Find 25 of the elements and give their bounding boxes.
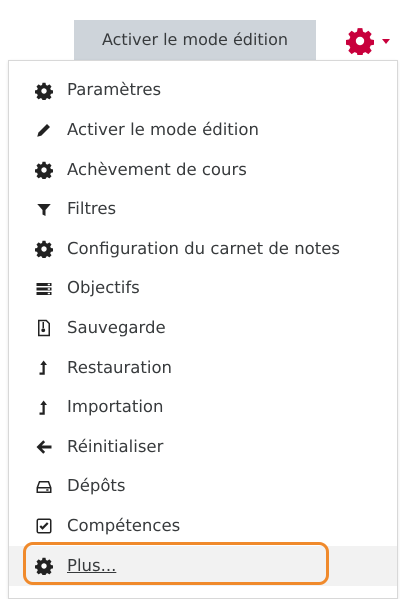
- menu-item[interactable]: Dépôts: [9, 466, 397, 507]
- menu-item[interactable]: Sauvegarde: [9, 308, 397, 348]
- menu-item[interactable]: Achèvement de cours: [9, 150, 397, 190]
- gear-icon: [35, 82, 53, 100]
- menu-item[interactable]: Objectifs: [9, 268, 397, 309]
- settings-button[interactable]: [346, 27, 390, 55]
- gear-icon: [346, 27, 374, 55]
- caret-icon: [382, 38, 390, 44]
- menu-item[interactable]: Activer le mode édition: [9, 110, 397, 150]
- menu-item[interactable]: Plus...: [9, 546, 397, 586]
- gear-icon: [35, 240, 53, 258]
- checkbox-icon: [35, 517, 53, 536]
- menu-item[interactable]: Réinitialiser: [9, 427, 397, 467]
- gear-icon: [35, 160, 53, 179]
- gear-icon: [35, 556, 53, 575]
- menu-item[interactable]: Configuration du carnet de notes: [9, 229, 397, 269]
- menu-item[interactable]: Compétences: [9, 506, 397, 546]
- edit-mode-button[interactable]: Activer le mode édition: [74, 20, 316, 60]
- file-icon: [35, 319, 53, 338]
- menu-item[interactable]: Restauration: [9, 348, 397, 388]
- menu-item[interactable]: Paramètres: [9, 71, 397, 111]
- left-arrow-icon: [35, 438, 53, 456]
- menu-item[interactable]: Importation: [9, 388, 397, 428]
- menu-item[interactable]: Filtres: [9, 190, 397, 230]
- pencil-icon: [35, 121, 53, 140]
